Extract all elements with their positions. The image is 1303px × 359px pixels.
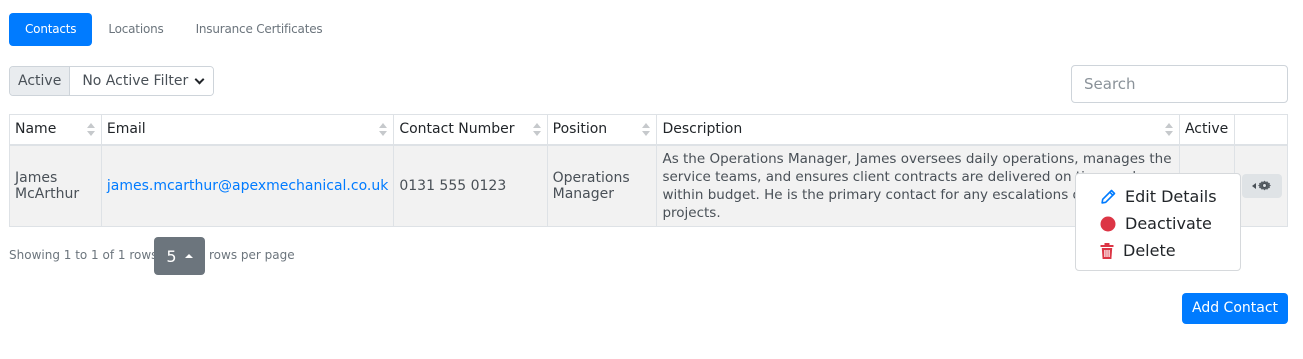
menu-item-label: Edit Details	[1125, 187, 1217, 206]
column-header-email[interactable]: Email	[100, 114, 395, 146]
tab-bar: Contacts Locations Insurance Certificate…	[9, 13, 338, 46]
sort-icon	[379, 123, 388, 137]
page-size-dropdown[interactable]: 5	[154, 237, 205, 275]
cell-actions	[1233, 144, 1289, 227]
gear-icon	[1258, 180, 1272, 191]
column-header-contact-number[interactable]: Contact Number	[393, 114, 548, 146]
tab-contacts[interactable]: Contacts	[9, 13, 93, 46]
caret-left-icon	[1252, 182, 1257, 189]
active-filter-select[interactable]: No Active Filter	[70, 67, 214, 95]
menu-item-label: Deactivate	[1125, 214, 1212, 233]
column-header-position[interactable]: Position	[546, 114, 658, 146]
email-link[interactable]: james.mcarthur@apexmechanical.co.uk	[107, 178, 388, 194]
column-header-actions	[1233, 114, 1289, 146]
trash-icon	[1100, 242, 1114, 259]
menu-item-delete[interactable]: Delete	[1076, 237, 1240, 264]
cell-position: Operations Manager	[546, 144, 658, 227]
sort-icon	[532, 123, 541, 137]
column-header-name[interactable]: Name	[9, 114, 102, 146]
chevron-down-icon	[194, 74, 205, 84]
tab-locations[interactable]: Locations	[92, 13, 179, 46]
page-size-value: 5	[166, 246, 177, 266]
cell-contact-number: 0131 555 0123	[393, 144, 548, 227]
sort-icon	[86, 123, 95, 137]
sort-icon	[1164, 123, 1173, 137]
pencil-icon	[1101, 189, 1116, 204]
tab-insurance-certificates[interactable]: Insurance Certificates	[180, 13, 339, 46]
active-filter: Active No Active Filter	[9, 66, 215, 96]
sort-icon	[642, 123, 651, 137]
column-header-description[interactable]: Description	[656, 114, 1180, 146]
column-header-active[interactable]: Active	[1178, 114, 1235, 146]
pagination-info: Showing 1 to 1 of 1 rows	[9, 248, 158, 262]
rows-per-page-label: rows per page	[209, 248, 295, 262]
row-actions-button[interactable]	[1241, 173, 1282, 198]
menu-item-edit-details[interactable]: Edit Details	[1076, 183, 1240, 210]
row-action-menu: Edit Details Deactivate Delete	[1075, 173, 1241, 271]
menu-item-label: Delete	[1123, 241, 1176, 260]
red-circle-icon	[1100, 216, 1116, 231]
caret-up-icon	[184, 254, 193, 258]
search-input[interactable]: Search	[1071, 65, 1288, 103]
add-contact-button[interactable]: Add Contact	[1182, 293, 1288, 324]
table-header-row: Name Email Contact Number Position Descr…	[9, 114, 1289, 146]
active-filter-label: Active	[10, 67, 71, 95]
active-filter-value: No Active Filter	[82, 73, 189, 89]
cell-email: james.mcarthur@apexmechanical.co.uk	[100, 144, 395, 227]
cell-name: James McArthur	[9, 144, 102, 227]
menu-item-deactivate[interactable]: Deactivate	[1076, 210, 1240, 237]
